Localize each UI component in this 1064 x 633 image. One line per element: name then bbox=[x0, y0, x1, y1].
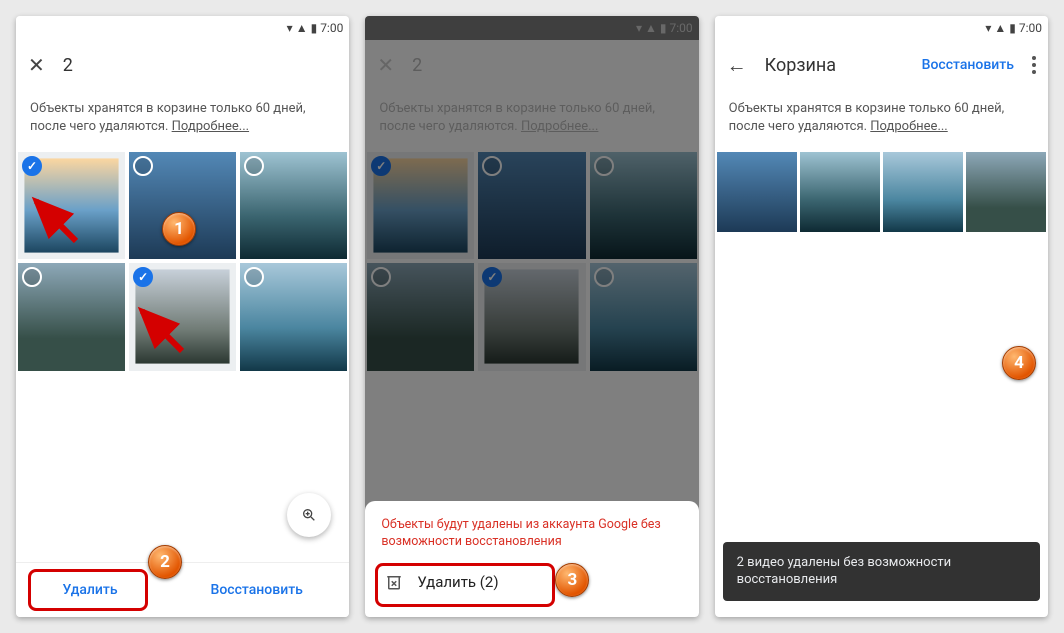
info-line-2: после чего удаляются. bbox=[729, 119, 867, 134]
delete-button[interactable]: Удалить bbox=[62, 582, 117, 598]
zoom-fab[interactable] bbox=[287, 493, 331, 537]
selection-count: 2 bbox=[63, 55, 73, 76]
info-line-2: после чего удаляются. bbox=[30, 119, 168, 134]
photo-thumb[interactable] bbox=[240, 152, 347, 259]
photo-thumb[interactable] bbox=[966, 152, 1046, 232]
retention-info: Объекты хранятся в корзине только 60 дне… bbox=[715, 90, 1048, 152]
photo-thumb[interactable] bbox=[129, 263, 236, 370]
battery-icon: ▮ bbox=[311, 21, 318, 35]
signal-icon: ▲ bbox=[994, 21, 1006, 35]
app-bar: ← Корзина Восстановить bbox=[715, 40, 1048, 90]
snackbar-text: 2 видео удалены без возможности восстано… bbox=[737, 555, 952, 588]
learn-more-link[interactable]: Подробнее... bbox=[870, 119, 947, 134]
photo-thumb[interactable] bbox=[883, 152, 963, 232]
step-badge-1: 1 bbox=[162, 212, 196, 246]
status-time: 7:00 bbox=[320, 21, 343, 35]
photo-thumb[interactable] bbox=[240, 263, 347, 370]
photo-grid bbox=[16, 152, 349, 370]
wifi-icon: ▾ bbox=[287, 21, 293, 35]
confirm-delete-label: Удалить (2) bbox=[417, 573, 498, 591]
photo-thumb[interactable] bbox=[18, 263, 125, 370]
signal-icon: ▲ bbox=[296, 21, 308, 35]
learn-more-link[interactable]: Подробнее... bbox=[172, 119, 249, 134]
battery-icon: ▮ bbox=[1009, 21, 1016, 35]
status-bar: ▾ ▲ ▮ 7:00 bbox=[715, 16, 1048, 40]
photo-thumb[interactable] bbox=[800, 152, 880, 232]
bottom-action-bar: Удалить Восстановить bbox=[16, 562, 349, 617]
step-badge-4: 4 bbox=[1002, 346, 1036, 380]
magnify-plus-icon bbox=[301, 507, 317, 523]
info-line-1: Объекты хранятся в корзине только 60 дне… bbox=[30, 101, 306, 116]
wifi-icon: ▾ bbox=[985, 21, 991, 35]
restore-button[interactable]: Восстановить bbox=[922, 57, 1014, 73]
warning-text: Объекты будут удалены из аккаунта Google… bbox=[381, 517, 682, 551]
app-bar: ✕ 2 bbox=[16, 40, 349, 90]
page-title: Корзина bbox=[765, 55, 836, 76]
confirm-sheet: Объекты будут удалены из аккаунта Google… bbox=[365, 501, 698, 617]
screen-3-result: ▾ ▲ ▮ 7:00 ← Корзина Восстановить Объект… bbox=[715, 16, 1048, 617]
restore-button[interactable]: Восстановить bbox=[211, 582, 303, 598]
photo-grid bbox=[715, 152, 1048, 232]
status-bar: ▾ ▲ ▮ 7:00 bbox=[16, 16, 349, 40]
status-time: 7:00 bbox=[1019, 21, 1042, 35]
trash-x-icon bbox=[385, 573, 403, 591]
confirm-delete-button[interactable]: Удалить (2) bbox=[381, 565, 682, 599]
photo-thumb[interactable] bbox=[717, 152, 797, 232]
back-icon[interactable]: ← bbox=[727, 53, 747, 78]
screen-2-confirm: ▾ ▲ ▮ 7:00 ✕ 2 Объекты хранятся в корзин… bbox=[365, 16, 698, 617]
screen-1-select: ▾ ▲ ▮ 7:00 ✕ 2 Объекты хранятся в корзин… bbox=[16, 16, 349, 617]
overflow-menu-icon[interactable] bbox=[1032, 56, 1036, 74]
info-line-1: Объекты хранятся в корзине только 60 дне… bbox=[729, 101, 1005, 116]
retention-info: Объекты хранятся в корзине только 60 дне… bbox=[16, 90, 349, 152]
close-icon[interactable]: ✕ bbox=[28, 53, 45, 77]
snackbar: 2 видео удалены без возможности восстано… bbox=[723, 542, 1040, 601]
step-badge-2: 2 bbox=[148, 545, 182, 579]
photo-thumb[interactable] bbox=[18, 152, 125, 259]
